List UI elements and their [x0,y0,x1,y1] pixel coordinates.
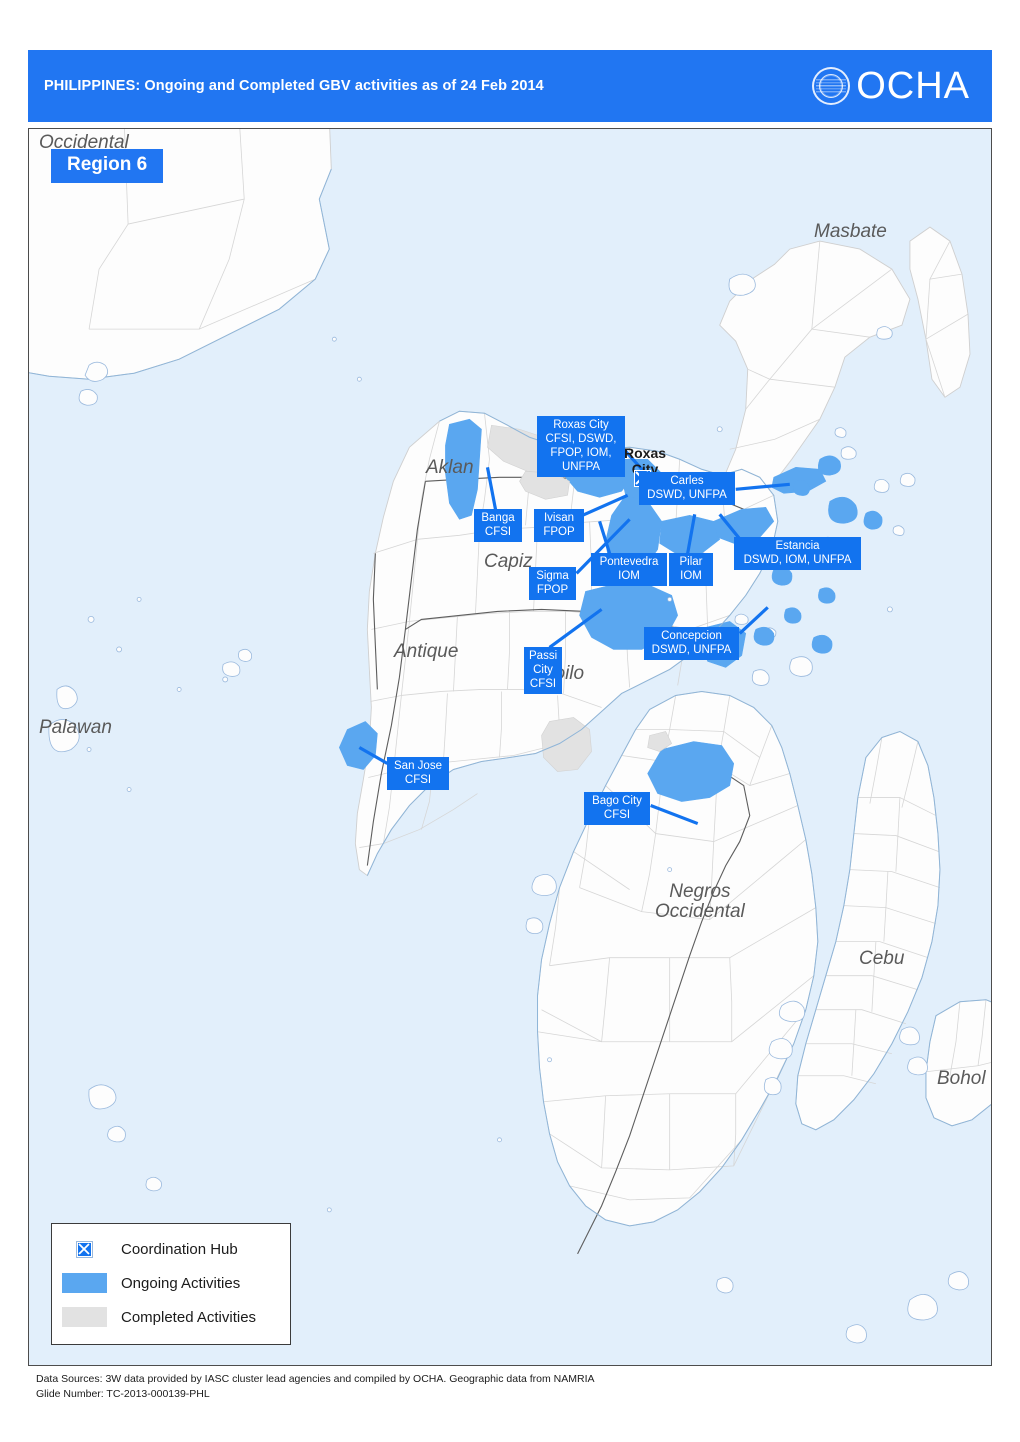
callout-municipality: Pontevedra [599,556,659,568]
callout-concepcion: Concepcion DSWD, UNFPA [644,627,739,661]
callout-roxas-city: Roxas City CFSI, DSWD, FPOP, IOM, UNFPA [537,416,625,478]
callout-pontevedra: Pontevedra IOM [591,553,667,587]
callout-municipality: Roxas City [553,419,609,431]
completed-iloilo-south [541,717,592,772]
completed-color-box [62,1307,107,1327]
callout-municipality: Carles [670,475,704,487]
island-palawan-islets [48,648,253,753]
callout-ivisan: Ivisan FPOP [534,509,584,543]
map-geometry: .land { fill:#fdfdfd; stroke:#cfcfcf; st… [29,129,991,1344]
callout-municipality: Estancia [775,540,820,552]
map-footer: Data Sources: 3W data provided by IASC c… [36,1372,595,1402]
callout-municipality: Pilar [679,556,703,568]
callout-sigma: Sigma FPOP [529,567,576,601]
legend-ongoing-activities: Ongoing Activities [62,1266,280,1300]
callout-agencies: DSWD, UNFPA [651,644,732,657]
ongoing-swatch [62,1273,107,1293]
callout-passi-city: Passi City CFSI [524,647,562,695]
island-bohol [899,999,991,1127]
callout-agencies: FPOP [536,584,569,597]
island-negros [525,690,819,1255]
callout-carles: Carles DSWD, UNFPA [639,472,735,506]
callout-pilar: Pilar IOM [669,553,713,587]
callout-municipality: Bago City [592,795,642,807]
island-ticao [909,226,971,398]
callout-municipality: Banga [481,512,515,524]
coordination-hub-icon [62,1240,107,1258]
completed-swatch [62,1307,107,1327]
legend-completed-activities: Completed Activities [62,1300,280,1334]
page-title: PHILIPPINES: Ongoing and Completed GBV a… [44,78,544,94]
callout-municipality: San Jose [394,760,442,772]
footer-data-sources: Data Sources: 3W data provided by IASC c… [36,1373,595,1385]
hub-swatch [76,1240,93,1258]
callout-agencies: DSWD, IOM, UNFPA [743,554,852,567]
ocha-logo: OCHA [812,67,992,105]
callout-agencies: CFSI [404,774,432,787]
map-header: PHILIPPINES: Ongoing and Completed GBV a… [28,50,992,122]
callout-agencies: IOM [680,570,702,583]
callout-agencies: FPOP [543,526,575,539]
callout-agencies: CFSI [484,526,512,539]
callout-municipality: Ivisan [543,512,575,524]
callout-agencies: CFSI [603,809,631,822]
callout-municipality: Passi City [529,650,558,677]
legend-label: Completed Activities [121,1308,257,1326]
un-emblem-icon [812,67,851,105]
callout-estancia: Estancia DSWD, IOM, UNFPA [734,537,861,571]
footer-glide-number: Glide Number: TC-2013-000139-PHL [36,1388,210,1401]
region-badge: Region 6 [51,149,164,183]
callout-agencies: CFSI [529,678,557,691]
callout-agencies: DSWD, UNFPA [647,489,727,502]
callout-agencies: CFSI, DSWD, FPOP, IOM, UNFPA [545,433,617,474]
callout-agencies: IOM [618,570,640,583]
legend-coordination-hub: Coordination Hub [62,1232,280,1266]
legend-label: Coordination Hub [121,1240,238,1258]
ongoing-color-box [62,1273,107,1293]
callout-municipality: Concepcion [661,630,722,642]
callout-municipality: Sigma [536,570,569,582]
ocha-wordmark: OCHA [856,65,970,107]
callout-bago-city: Bago City CFSI [584,792,650,826]
legend-label: Ongoing Activities [121,1274,241,1292]
callout-banga: Banga CFSI [474,509,522,543]
map-canvas[interactable]: .land { fill:#fdfdfd; stroke:#cfcfcf; st… [28,128,992,1366]
map-legend: Coordination Hub Ongoing Activities Comple… [51,1223,291,1345]
callout-san-jose: San Jose CFSI [387,757,449,791]
